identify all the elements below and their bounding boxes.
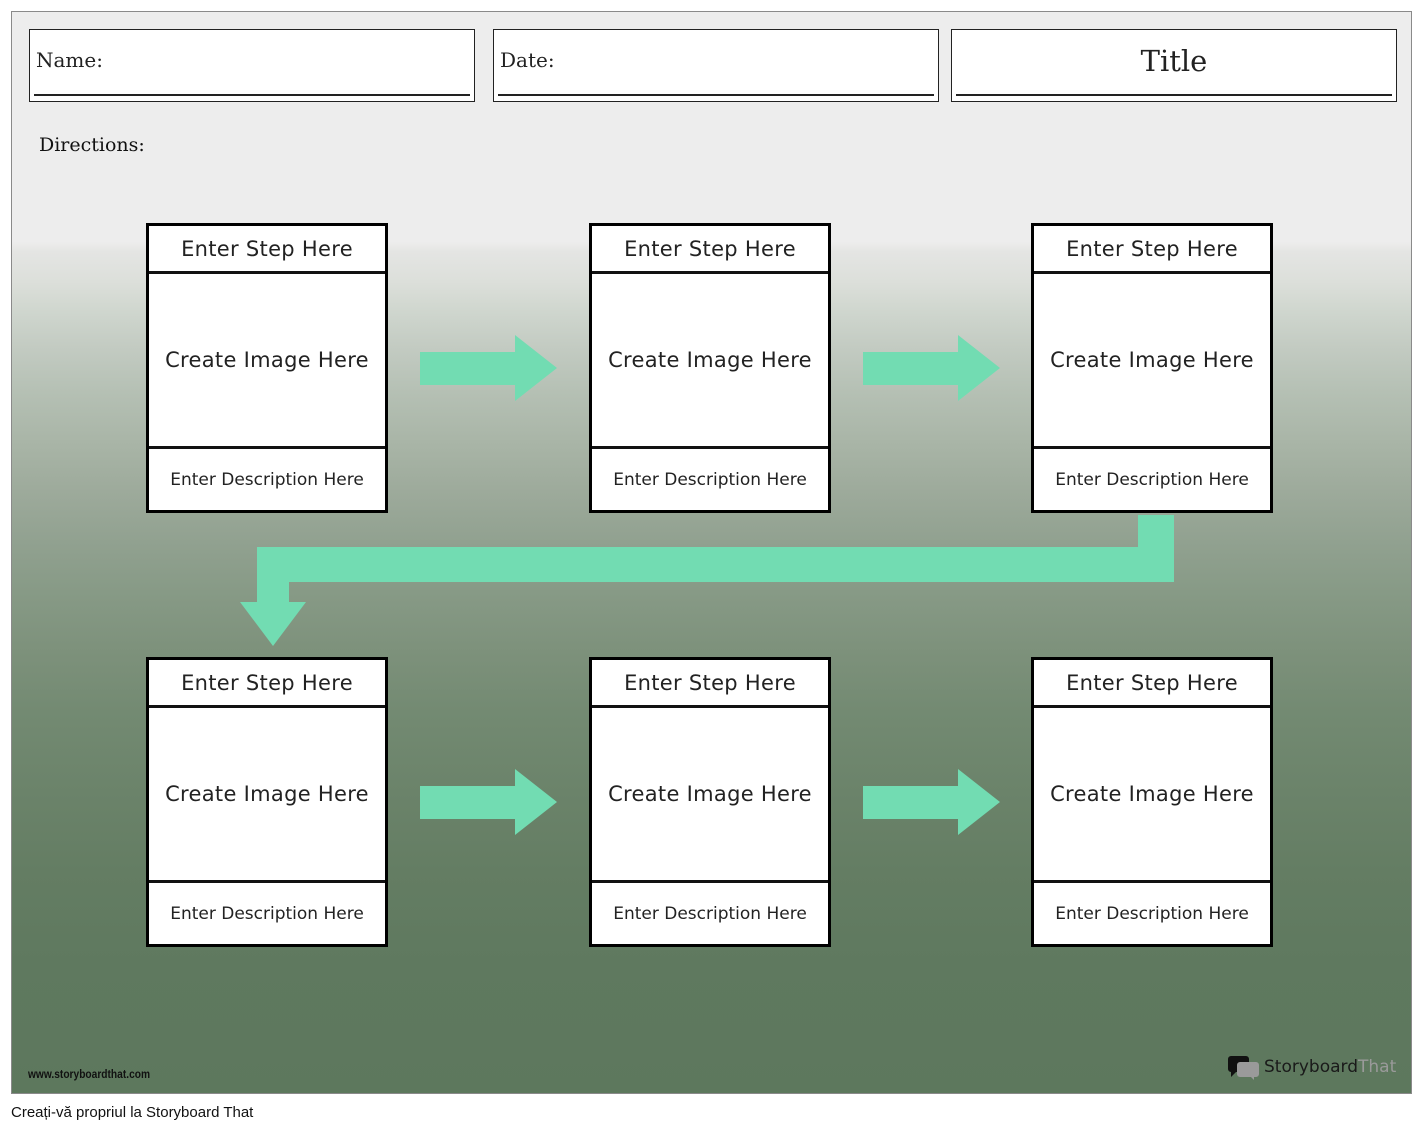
arrow-connector-icon: [240, 515, 1174, 646]
name-label: Name:: [36, 48, 103, 72]
step-title[interactable]: Enter Step Here: [149, 660, 385, 708]
worksheet-canvas: Name: Date: Title Directions: Enter Step…: [11, 11, 1412, 1094]
directions-label: Directions:: [39, 134, 145, 156]
step-title[interactable]: Enter Step Here: [1034, 226, 1270, 274]
step-card-6[interactable]: Enter Step Here Create Image Here Enter …: [1031, 657, 1273, 947]
step-title[interactable]: Enter Step Here: [592, 226, 828, 274]
image-placeholder[interactable]: Create Image Here: [592, 274, 828, 449]
step-description[interactable]: Enter Description Here: [149, 449, 385, 510]
title-text: Title: [1140, 44, 1208, 78]
image-placeholder[interactable]: Create Image Here: [149, 274, 385, 449]
brand-name-primary: Storyboard: [1264, 1057, 1358, 1077]
step-card-5[interactable]: Enter Step Here Create Image Here Enter …: [589, 657, 831, 947]
arrow-right-icon: [420, 769, 557, 835]
title-underline: [956, 94, 1392, 96]
step-description[interactable]: Enter Description Here: [1034, 449, 1270, 510]
step-description[interactable]: Enter Description Here: [592, 449, 828, 510]
name-field[interactable]: Name:: [29, 29, 475, 102]
step-title[interactable]: Enter Step Here: [149, 226, 385, 274]
step-description[interactable]: Enter Description Here: [149, 883, 385, 944]
footer-url: www.storyboardthat.com: [28, 1067, 151, 1081]
image-placeholder[interactable]: Create Image Here: [592, 708, 828, 883]
arrow-right-icon: [420, 335, 557, 401]
date-field[interactable]: Date:: [493, 29, 939, 102]
step-card-3[interactable]: Enter Step Here Create Image Here Enter …: [1031, 223, 1273, 513]
date-label: Date:: [500, 48, 555, 72]
step-card-1[interactable]: Enter Step Here Create Image Here Enter …: [146, 223, 388, 513]
step-title[interactable]: Enter Step Here: [1034, 660, 1270, 708]
title-field[interactable]: Title: [951, 29, 1397, 102]
create-your-own-link[interactable]: Creați-vă propriul la Storyboard That: [11, 1104, 253, 1121]
arrow-right-icon: [863, 769, 1000, 835]
step-title[interactable]: Enter Step Here: [592, 660, 828, 708]
arrow-right-icon: [863, 335, 1000, 401]
storyboardthat-logo: Storyboard That: [1228, 1054, 1396, 1080]
step-card-4[interactable]: Enter Step Here Create Image Here Enter …: [146, 657, 388, 947]
step-description[interactable]: Enter Description Here: [592, 883, 828, 944]
image-placeholder[interactable]: Create Image Here: [1034, 708, 1270, 883]
image-placeholder[interactable]: Create Image Here: [149, 708, 385, 883]
date-underline: [498, 94, 934, 96]
step-card-2[interactable]: Enter Step Here Create Image Here Enter …: [589, 223, 831, 513]
image-placeholder[interactable]: Create Image Here: [1034, 274, 1270, 449]
name-underline: [34, 94, 470, 96]
step-description[interactable]: Enter Description Here: [1034, 883, 1270, 944]
brand-name-secondary: That: [1358, 1057, 1397, 1077]
speech-bubbles-icon: [1228, 1056, 1259, 1080]
